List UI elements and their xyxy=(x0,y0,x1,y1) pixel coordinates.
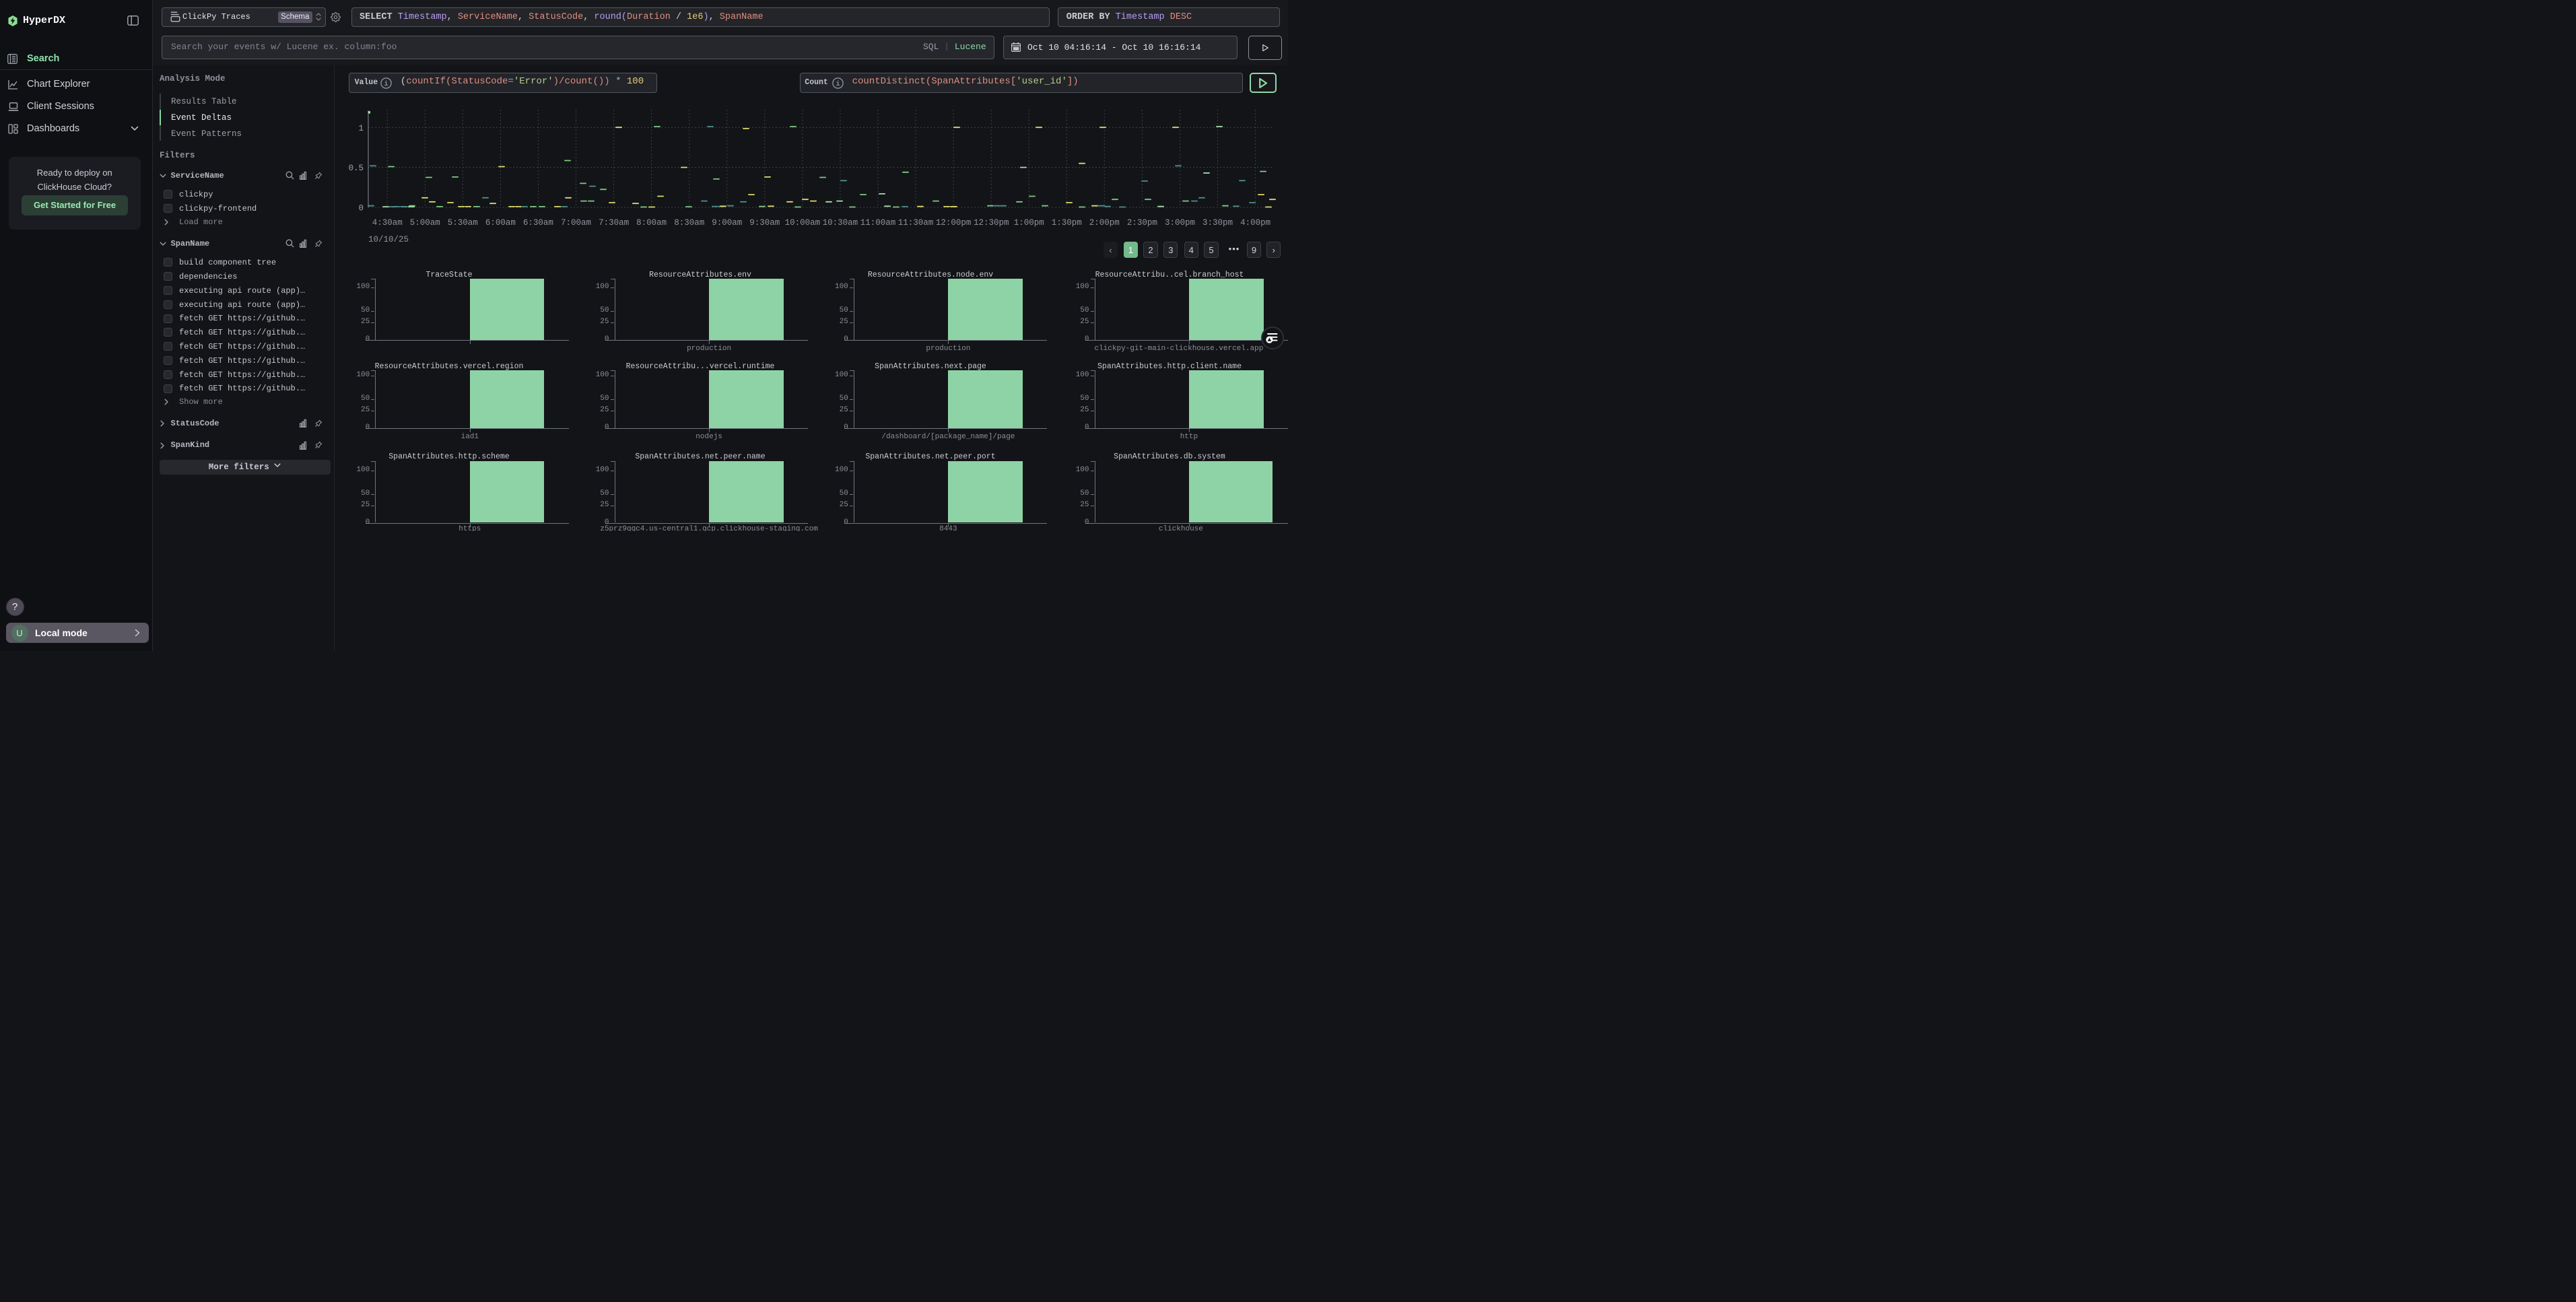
svg-text:6:00am: 6:00am xyxy=(485,218,516,228)
svg-text:5:30am: 5:30am xyxy=(448,218,478,228)
svg-text:11:00am: 11:00am xyxy=(860,218,896,228)
svg-text:10:30am: 10:30am xyxy=(823,218,858,228)
svg-text:1:30pm: 1:30pm xyxy=(1052,218,1082,228)
svg-text:5:00am: 5:00am xyxy=(410,218,440,228)
svg-text:9:30am: 9:30am xyxy=(749,218,780,228)
svg-text:8:30am: 8:30am xyxy=(674,218,704,228)
svg-text:i: i xyxy=(384,80,388,88)
svg-text:12:30pm: 12:30pm xyxy=(974,218,1009,228)
svg-text:3:30pm: 3:30pm xyxy=(1202,218,1233,228)
svg-text:1: 1 xyxy=(358,124,364,133)
svg-text:0.5: 0.5 xyxy=(348,164,364,173)
svg-text:9:00am: 9:00am xyxy=(712,218,742,228)
svg-text:i: i xyxy=(836,80,840,88)
svg-text:7:30am: 7:30am xyxy=(599,218,629,228)
svg-text:10/10/25: 10/10/25 xyxy=(368,235,409,244)
svg-text:7:00am: 7:00am xyxy=(561,218,591,228)
svg-text:12:00pm: 12:00pm xyxy=(936,218,972,228)
svg-text:0: 0 xyxy=(358,204,364,213)
svg-text:2:00pm: 2:00pm xyxy=(1089,218,1120,228)
svg-text:10:00am: 10:00am xyxy=(785,218,821,228)
svg-text:4:00pm: 4:00pm xyxy=(1240,218,1270,228)
svg-text:6:30am: 6:30am xyxy=(523,218,553,228)
svg-text:2:30pm: 2:30pm xyxy=(1127,218,1157,228)
svg-text:8:00am: 8:00am xyxy=(636,218,667,228)
svg-text:3:00pm: 3:00pm xyxy=(1165,218,1195,228)
svg-text:1:00pm: 1:00pm xyxy=(1014,218,1044,228)
svg-text:11:30am: 11:30am xyxy=(898,218,934,228)
svg-text:4:30am: 4:30am xyxy=(372,218,403,228)
